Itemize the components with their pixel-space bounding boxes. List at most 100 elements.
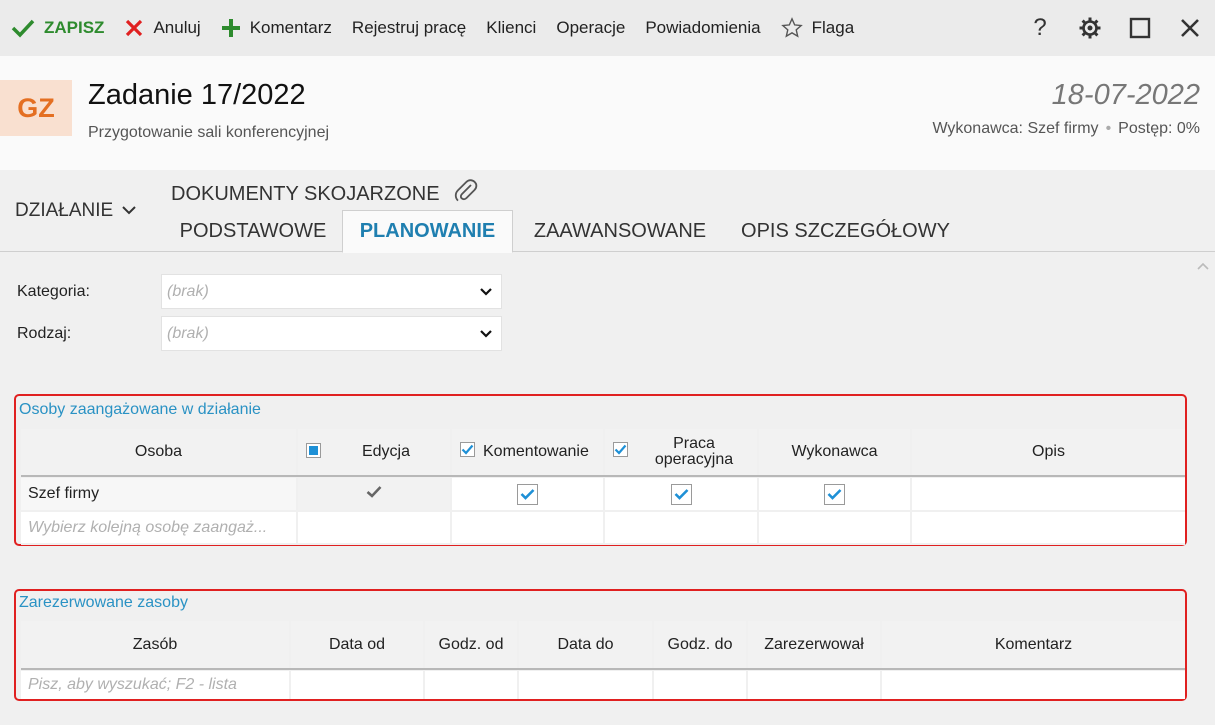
close-icon[interactable] [1165, 0, 1215, 56]
column-header-praca-operacyjna[interactable]: Praca operacyjna [605, 429, 757, 475]
linked-documents-link[interactable]: DOKUMENTY SKOJARZONE [171, 178, 478, 210]
column-header-zarezerwowal[interactable]: Zarezerwował [748, 621, 880, 668]
column-header-label: Zarezerwował [764, 635, 864, 653]
assignee-checkbox[interactable] [824, 483, 845, 505]
clients-button[interactable]: Klienci [476, 0, 546, 56]
column-header-label: Opis [1032, 443, 1065, 460]
window-controls: ? [1015, 0, 1215, 56]
new-person-input[interactable]: Wybierz kolejną osobę zaangaż... [21, 512, 296, 543]
people-grid: Osoba Edycja Komentowanie Praca operacyj… [21, 429, 1185, 545]
cancel-label: Anuluj [153, 18, 201, 37]
tab-label: PLANOWANIE [359, 220, 496, 242]
gear-icon[interactable] [1065, 0, 1115, 56]
maximize-icon[interactable] [1115, 0, 1165, 56]
tab-podstawowe[interactable]: PODSTAWOWE [166, 210, 340, 252]
paperclip-icon [454, 178, 478, 210]
column-header-wykonawca[interactable]: Wykonawca [759, 429, 910, 475]
tab-planowanie[interactable]: PLANOWANIE [342, 210, 513, 253]
column-header-label: Komentarz [994, 635, 1073, 653]
star-icon [780, 17, 803, 39]
clients-label: Klienci [486, 18, 537, 37]
column-header-edycja[interactable]: Edycja [298, 429, 450, 475]
category-select[interactable]: (brak) [161, 274, 502, 309]
new-row-cell [882, 671, 1185, 699]
register-work-button[interactable]: Rejestruj pracę [342, 0, 476, 56]
linked-documents-label: DOKUMENTY SKOJARZONE [171, 182, 440, 205]
column-header-label: Osoba [134, 443, 183, 460]
notifications-label: Powiadomienia [645, 18, 761, 37]
tab-opis-szczegolowy[interactable]: OPIS SZCZEGÓŁOWY [728, 210, 963, 252]
column-header-opis[interactable]: Opis [912, 429, 1185, 475]
column-header-label: Data do [557, 635, 614, 653]
comment-checkbox[interactable] [517, 483, 538, 505]
person-name: Szef firmy [28, 485, 100, 502]
resources-grid: Zasób Data od Godz. od Data do Godz. do … [21, 621, 1185, 699]
record-header: GZ Zadanie 17/2022 Przygotowanie sali ko… [0, 56, 1215, 170]
header-checkbox-comment[interactable] [460, 442, 475, 457]
header-checkbox-edit[interactable] [306, 443, 321, 458]
action-menu-label: DZIAŁANIE [15, 200, 114, 221]
header-divider [21, 475, 1185, 477]
chevron-down-icon [479, 285, 493, 304]
avatar: GZ [0, 80, 72, 136]
column-header-label: Wykonawca [791, 443, 878, 460]
check-icon [11, 18, 35, 38]
cell-operational[interactable] [605, 478, 757, 510]
operational-checkbox[interactable] [670, 483, 692, 505]
category-label: Kategoria: [17, 283, 90, 300]
resource-search-input[interactable]: Pisz, aby wyszukać; F2 - lista [21, 671, 289, 699]
column-header-label: Godz. do [667, 635, 733, 653]
record-meta: Wykonawca: Szef firmy • Postęp: 0% [932, 120, 1200, 138]
column-header-godz-do[interactable]: Godz. do [654, 621, 746, 668]
toolbar: ZAPISZ Anuluj Komentarz Rejestruj pracę … [0, 0, 1215, 56]
new-row-cell [912, 512, 1185, 543]
comment-button[interactable]: Komentarz [211, 0, 342, 56]
column-header-data-do[interactable]: Data do [519, 621, 652, 668]
chevron-down-icon [121, 200, 137, 222]
cell-comment[interactable] [452, 478, 603, 510]
header-checkbox-operational[interactable] [613, 442, 628, 457]
assignee-text: Wykonawca: Szef firmy [932, 120, 1099, 137]
column-header-komentowanie[interactable]: Komentowanie [452, 429, 603, 475]
register-work-label: Rejestruj pracę [351, 18, 467, 37]
operations-button[interactable]: Operacje [546, 0, 635, 56]
cancel-button[interactable]: Anuluj [114, 0, 210, 56]
operations-label: Operacje [556, 18, 626, 37]
scroll-up-icon[interactable] [1196, 258, 1210, 274]
placeholder-text: Wybierz kolejną osobę zaangaż... [28, 518, 268, 536]
new-row-cell [759, 512, 910, 543]
column-header-osoba[interactable]: Osoba [21, 429, 296, 475]
action-menu[interactable]: DZIAŁANIE [15, 200, 137, 222]
tab-bar: DZIAŁANIE DOKUMENTY SKOJARZONE PODSTAWOW… [0, 170, 1215, 253]
column-header-zasob[interactable]: Zasób [21, 621, 289, 668]
new-row-cell [425, 671, 517, 699]
checkmark-icon [366, 485, 382, 503]
column-header-godz-od[interactable]: Godz. od [425, 621, 517, 668]
cell-description[interactable] [912, 478, 1185, 510]
help-button[interactable]: ? [1015, 0, 1065, 56]
chevron-down-icon [479, 327, 493, 346]
cell-edit [298, 478, 450, 510]
new-row-cell [452, 512, 603, 543]
save-label: ZAPISZ [44, 18, 105, 37]
notifications-button[interactable]: Powiadomienia [635, 0, 770, 56]
new-row-cell [654, 671, 746, 699]
column-header-data-od[interactable]: Data od [291, 621, 423, 668]
plus-icon [221, 18, 241, 38]
tab-label: OPIS SZCZEGÓŁOWY [741, 219, 950, 242]
tab-label: PODSTAWOWE [179, 219, 327, 242]
column-header-komentarz[interactable]: Komentarz [882, 621, 1185, 668]
page-subtitle: Przygotowanie sali konferencyjnej [88, 124, 330, 141]
people-section-title: Osoby zaangażowane w działanie [19, 401, 261, 418]
header-divider [21, 668, 1185, 670]
column-header-label: Godz. od [438, 635, 504, 653]
flag-label: Flaga [811, 18, 855, 37]
type-value: (brak) [167, 324, 209, 342]
type-select[interactable]: (brak) [161, 316, 502, 351]
flag-button[interactable]: Flaga [771, 0, 865, 56]
cell-assignee[interactable] [759, 478, 910, 510]
tab-zaawansowane[interactable]: ZAAWANSOWANE [516, 210, 724, 252]
table-row-person[interactable]: Szef firmy [21, 478, 296, 510]
save-button[interactable]: ZAPISZ [0, 0, 114, 56]
help-label: ? [1033, 14, 1047, 41]
